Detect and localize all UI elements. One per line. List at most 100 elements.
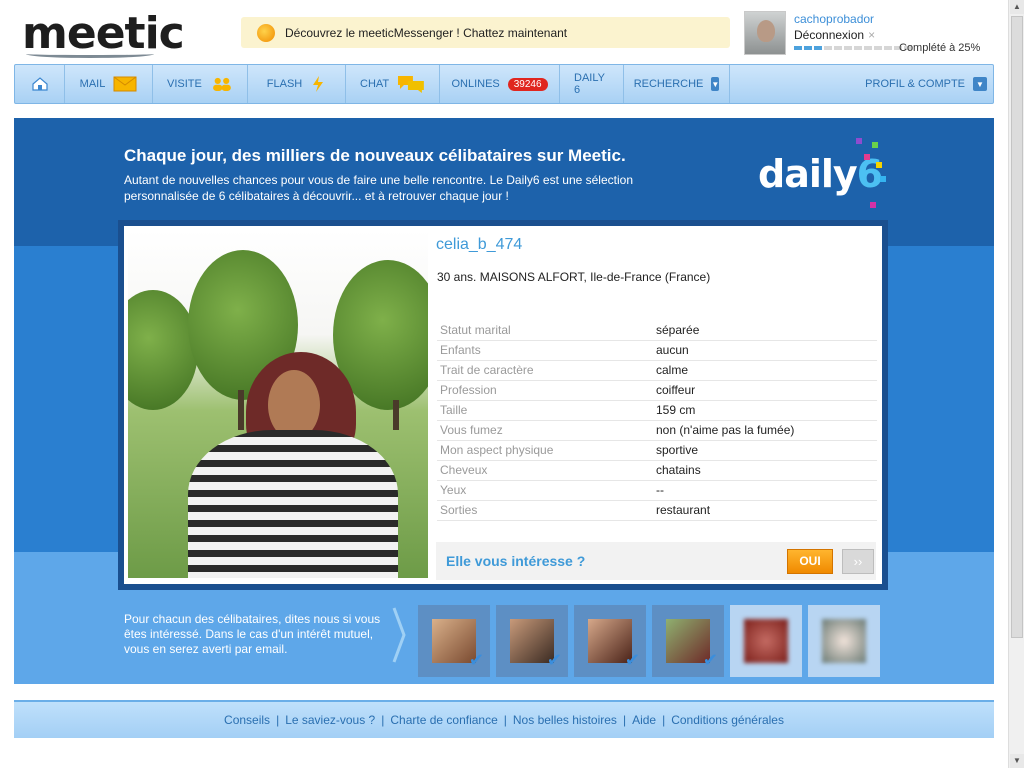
dropdown-arrow-icon: ▼ [973,77,987,91]
detail-key: Profession [437,380,653,401]
detail-value: chatains [653,460,877,481]
nav-item-profil-compte[interactable]: PROFIL & COMPTE ▼ [851,65,993,103]
page-subtitle: Autant de nouvelles chances pour vous de… [124,173,633,203]
progress-segment [864,46,872,50]
logout-link[interactable]: Déconnexion × [794,28,875,42]
profile-detail-row: Vous fumez non (n'aime pas la fumée) [437,420,877,441]
detail-key: Yeux [437,480,653,501]
online-count-badge: 39246 [507,77,548,91]
detail-value: -- [653,480,877,501]
profile-info: 30 ans. MAISONS ALFORT, Ile-de-France (F… [437,270,711,284]
detail-key: Sorties [437,500,653,521]
detail-key: Statut marital [437,320,653,341]
nav-item-chat[interactable]: CHAT [346,65,440,103]
progress-segment [794,46,802,50]
profile-name[interactable]: celia_b_474 [436,236,522,254]
dropdown-arrow-icon: ▼ [711,77,720,91]
thumbnail-profile[interactable]: ✔ [652,605,724,677]
footer-separator: | [622,713,627,727]
photo-subject-body [188,430,398,578]
page: meetic Découvrez le meeticMessenger ! Ch… [0,0,1024,768]
logo-arc-decoration [26,50,154,58]
nav-label: DAILY 6 [574,72,605,96]
avatar[interactable] [744,11,786,55]
profile-detail-row: Yeux -- [437,480,877,501]
messenger-promo-banner[interactable]: Découvrez le meeticMessenger ! Chattez m… [241,17,730,48]
envelope-icon [113,76,137,92]
detail-value: sportive [653,440,877,461]
main-navigation: MAIL VISITE FLASH CHAT ONLINES 39246 DAI… [14,64,994,104]
thumbnail-profile[interactable]: ✔ [574,605,646,677]
detail-value: coiffeur [653,380,877,401]
detail-value: séparée [653,320,877,341]
checkmark-icon: ✔ [468,650,484,670]
daily-logo-text: daily [758,152,858,196]
trunk-decoration [393,400,399,430]
detail-key: Cheveux [437,460,653,481]
footer-link[interactable]: Charte de confiance [390,713,497,727]
detail-key: Enfants [437,340,653,361]
profile-detail-row: Statut marital séparée [437,320,877,341]
scrollbar-thumb[interactable] [1011,16,1023,638]
nav-item-daily6[interactable]: DAILY 6 [560,65,624,103]
profile-detail-row: Profession coiffeur [437,380,877,401]
chat-bubble-icon [257,23,275,42]
thumbnail-photo-blurred [744,619,788,663]
nav-item-onlines[interactable]: ONLINES 39246 [440,65,560,103]
daily6-thumbnails: ✔ ✔ ✔ ✔ [418,605,880,677]
nav-item-visite[interactable]: VISITE [153,65,248,103]
detail-key: Trait de caractère [437,360,653,381]
nav-item-recherche[interactable]: RECHERCHE ▼ [624,65,730,103]
nav-item-mail[interactable]: MAIL [65,65,153,103]
interest-question: Elle vous intéresse ? [446,553,586,569]
nav-label: VISITE [167,78,202,90]
nav-label: FLASH [266,78,303,90]
detail-key: Mon aspect physique [437,440,653,461]
profile-card: celia_b_474 30 ans. MAISONS ALFORT, Ile-… [124,226,882,584]
footer-link[interactable]: Nos belles histoires [513,713,617,727]
progress-segment [854,46,862,50]
scroll-down-arrow-icon[interactable]: ▼ [1010,754,1024,768]
detail-value: calme [653,360,877,381]
profile-detail-row: Mon aspect physique sportive [437,440,877,461]
scroll-up-arrow-icon[interactable]: ▲ [1010,0,1024,14]
vertical-scrollbar[interactable]: ▲ ▼ [1008,0,1024,768]
footer-link[interactable]: Conseils [224,713,270,727]
username-link[interactable]: cachoprobador [794,12,874,26]
progress-segment [844,46,852,50]
nav-item-flash[interactable]: FLASH [248,65,346,103]
nav-label: PROFIL & COMPTE [865,78,965,90]
profile-detail-row: Trait de caractère calme [437,360,877,381]
detail-key: Vous fumez [437,420,653,441]
logout-label: Déconnexion [794,28,865,42]
footer-link[interactable]: Le saviez-vous ? [285,713,375,727]
thumbnail-profile-locked[interactable] [808,605,880,677]
profile-photo[interactable] [128,230,428,578]
progress-segment [834,46,842,50]
checkmark-icon: ✔ [624,650,640,670]
profile-details-table: Statut marital séparée Enfants aucun Trait d… [437,320,877,521]
footer-separator: | [503,713,507,727]
detail-value: 159 cm [653,400,877,421]
chevron-right-icon [392,607,406,663]
footer-link[interactable]: Aide [632,713,656,727]
detail-value: aucun [653,340,877,361]
nav-label: RECHERCHE [633,78,704,90]
next-profile-button[interactable]: ›› [842,549,874,574]
detail-value: non (n'aime pas la fumée) [653,420,877,441]
footer-link[interactable]: Conditions générales [671,713,784,727]
detail-value: restaurant [653,500,877,521]
yes-button[interactable]: OUI [787,549,833,574]
thumbnail-photo-blurred [822,619,866,663]
thumbnail-profile[interactable]: ✔ [496,605,568,677]
instructions-text: Pour chacun des célibataires, dites nous… [124,612,381,656]
progress-segment [874,46,882,50]
thumbnail-profile-locked[interactable] [730,605,802,677]
close-icon: × [868,28,876,42]
thumbnail-profile[interactable]: ✔ [418,605,490,677]
nav-item-home[interactable] [15,65,65,103]
profile-detail-row: Taille 159 cm [437,400,877,421]
tree-decoration [128,290,198,410]
progress-segment [804,46,812,50]
footer-links: Conseils | Le saviez-vous ? | Charte de conf… [14,700,994,738]
